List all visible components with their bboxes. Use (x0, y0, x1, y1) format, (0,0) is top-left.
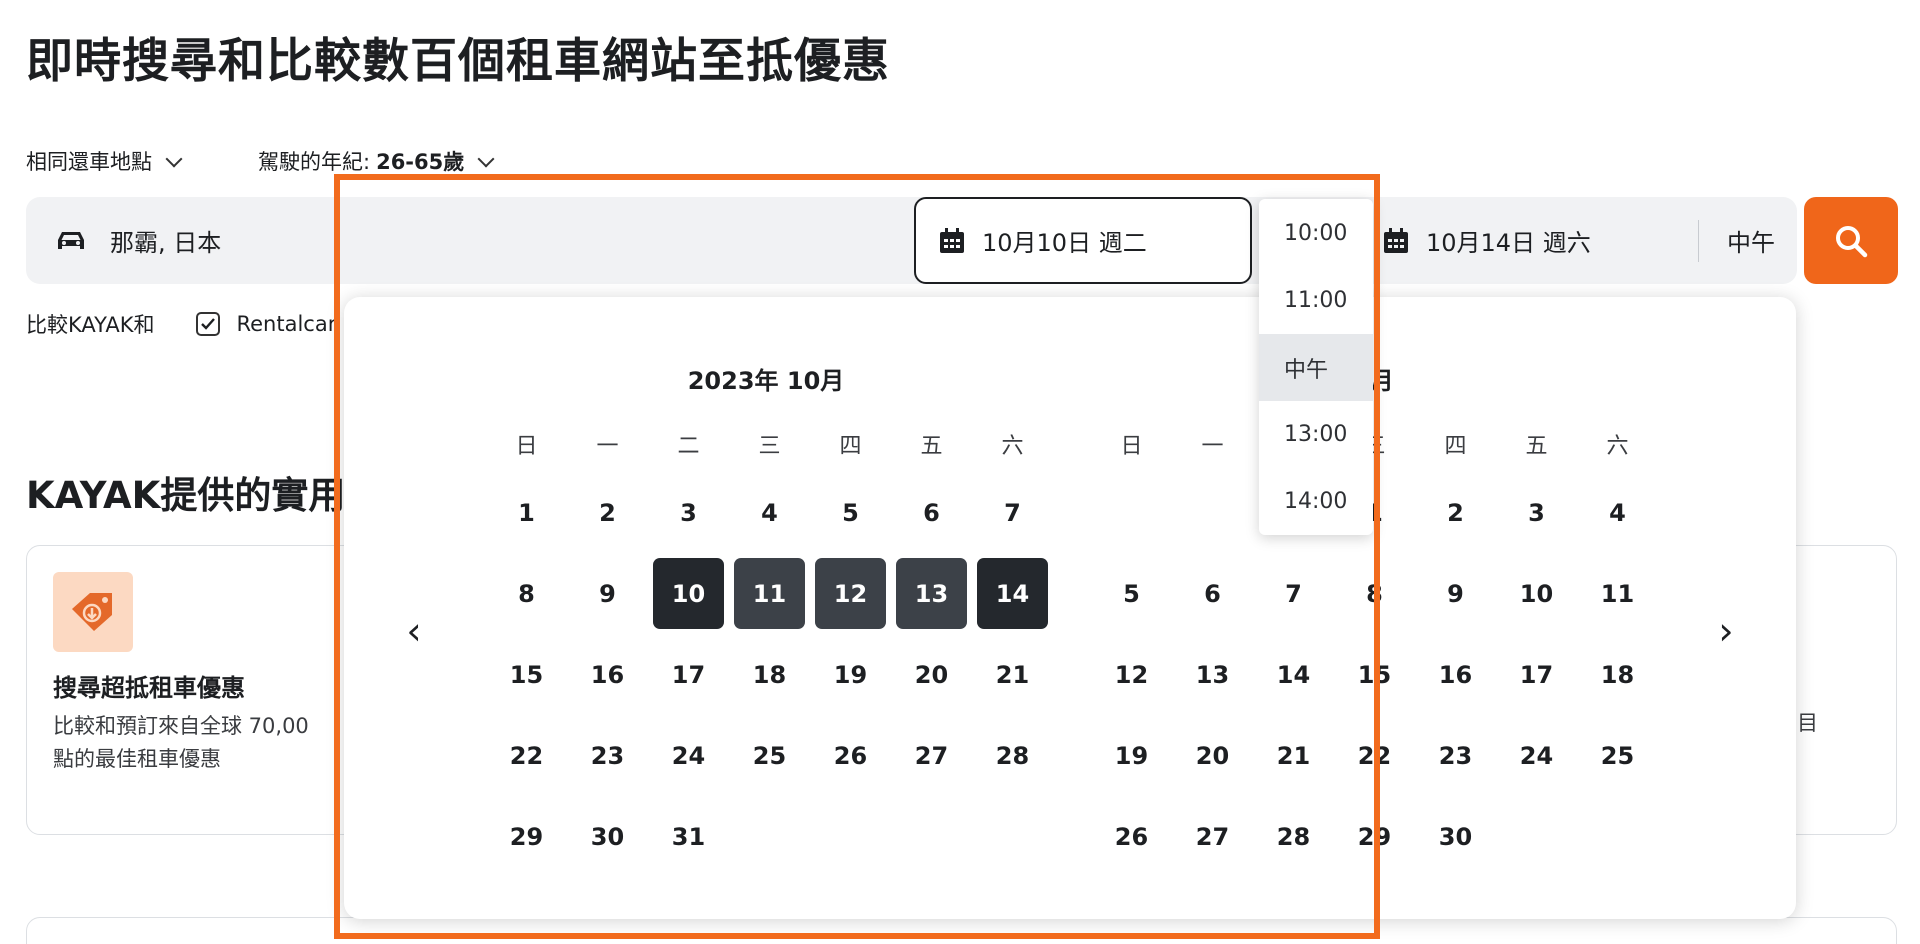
next-month-button[interactable]: › (1706, 609, 1746, 653)
compare-site-label: Rentalcar (236, 312, 337, 336)
calendar-day[interactable]: 30 (1415, 796, 1496, 877)
weekday-label: 五 (1525, 434, 1548, 459)
calendar-day[interactable]: 18 (1577, 634, 1658, 715)
driver-age-value: 26-65歲 (376, 150, 465, 174)
compare-label: 比較KAYAK和 (26, 313, 155, 337)
card-description-line: 比較和預訂來自全球 70,00 (53, 714, 309, 738)
calendar-day[interactable]: 9 (1415, 553, 1496, 634)
page-title: 即時搜尋和比較數百個租車網站至抵優惠 (26, 34, 890, 89)
card-title: 搜尋超抵租車優惠 (53, 674, 245, 702)
calendar-day[interactable]: 11 (1577, 553, 1658, 634)
search-icon (1836, 225, 1868, 257)
return-location-dropdown[interactable]: 相同還車地點 (26, 146, 183, 176)
calendar-day[interactable]: 25 (1577, 715, 1658, 796)
driver-age-dropdown[interactable]: 駕駛的年紀: 26-65歲 (258, 146, 495, 176)
compare-row: 比較KAYAK和 Rentalcar (26, 309, 336, 339)
calendar-day[interactable]: 10 (1496, 553, 1577, 634)
dropoff-time-value: 中午 (1727, 229, 1775, 257)
calendar-icon (1384, 227, 1408, 253)
search-button[interactable] (1804, 197, 1898, 284)
dropoff-time-field[interactable]: 中午 (1700, 197, 1802, 284)
chevron-down-icon (477, 150, 495, 167)
dropoff-date-value: 10月14日 週六 (1426, 229, 1591, 257)
pickup-location-value: 那霸, 日本 (110, 229, 222, 257)
calendar-day[interactable]: 4 (1577, 472, 1658, 553)
driver-age-label: 駕駛的年紀: (258, 150, 371, 174)
chevron-down-icon (165, 150, 183, 167)
card-description: 比較和預訂來自全球 70,00 點的最佳租車優惠 (53, 710, 343, 776)
compare-checkbox[interactable] (196, 312, 221, 336)
weekday-label: 四 (1444, 434, 1467, 459)
calendar-day[interactable]: 23 (1415, 715, 1496, 796)
calendar-day[interactable]: 2 (1415, 472, 1496, 553)
tag-icon-box (53, 572, 133, 652)
calendar-day[interactable]: 16 (1415, 634, 1496, 715)
checkmark-icon (201, 318, 216, 330)
weekday-label: 六 (1606, 434, 1629, 459)
field-divider (1698, 220, 1699, 262)
dropoff-date-field[interactable]: 10月14日 週六 (1374, 197, 1694, 284)
tag-icon (72, 593, 112, 631)
calendar-day[interactable]: 17 (1496, 634, 1577, 715)
return-location-label: 相同還車地點 (26, 150, 152, 174)
card-description-line: 點的最佳租車優惠 (53, 747, 221, 771)
car-icon (58, 231, 84, 249)
calendar-day[interactable]: 3 (1496, 472, 1577, 553)
section-title: KAYAK提供的實用 (26, 474, 346, 517)
highlight-box (334, 174, 1380, 939)
calendar-day[interactable]: 24 (1496, 715, 1577, 796)
